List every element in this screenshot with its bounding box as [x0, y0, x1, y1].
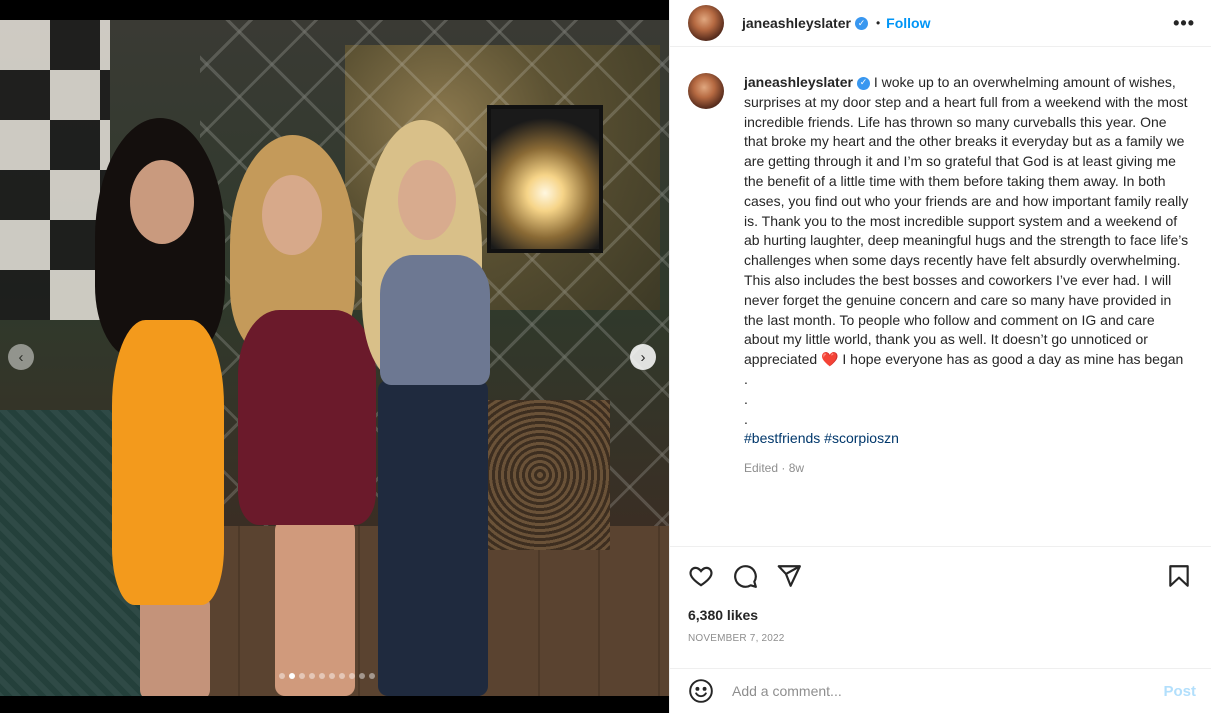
- edited-label: Edited: [744, 461, 779, 476]
- heart-emoji: ❤️: [821, 351, 839, 368]
- caption-dot: .: [744, 410, 748, 427]
- post-comment-button[interactable]: Post: [1163, 683, 1196, 700]
- heart-icon[interactable]: [688, 563, 716, 591]
- avatar[interactable]: [688, 5, 724, 41]
- caption: janeashleyslater ✓ I woke up to an overwh…: [744, 73, 1193, 547]
- post-header: janeashleyslater ✓ • Follow •••: [670, 0, 1211, 47]
- carousel-prev-button[interactable]: ‹: [8, 344, 34, 370]
- carousel-dot: [349, 673, 355, 679]
- comment-icon[interactable]: [732, 563, 760, 591]
- comment-bar: Post: [670, 668, 1211, 713]
- hashtag-link[interactable]: #scorpioszn: [824, 430, 899, 446]
- likes-count[interactable]: 6,380 likes: [688, 607, 1194, 623]
- post-sidebar: janeashleyslater ✓ • Follow ••• janeashl…: [669, 0, 1211, 713]
- carousel-dot: [299, 673, 305, 679]
- follow-button[interactable]: Follow: [886, 15, 930, 31]
- header-separator: •: [875, 16, 881, 30]
- header-username[interactable]: janeashleyslater: [742, 15, 851, 31]
- carousel-dot: [319, 673, 325, 679]
- instagram-post-modal: ‹ › janeashleyslater ✓ • Follow ••• jane…: [0, 0, 1211, 713]
- bookmark-icon[interactable]: [1166, 563, 1194, 591]
- carousel-dot: [369, 673, 375, 679]
- hashtag-link[interactable]: #bestfriends: [744, 430, 820, 446]
- verified-icon: ✓: [854, 16, 868, 30]
- carousel-dot: [339, 673, 345, 679]
- carousel-dot: [359, 673, 365, 679]
- emoji-icon[interactable]: [688, 678, 714, 704]
- carousel-dot: [289, 673, 295, 679]
- carousel-next-button[interactable]: ›: [630, 344, 656, 370]
- carousel-indicator: [279, 673, 375, 679]
- caption-dot: .: [744, 390, 748, 407]
- caption-avatar[interactable]: [688, 73, 724, 109]
- more-options-icon[interactable]: •••: [1173, 13, 1195, 34]
- rug: [470, 400, 610, 550]
- caption-text: I woke up to an overwhelming amount of w…: [744, 74, 1189, 368]
- caption-username[interactable]: janeashleyslater: [744, 74, 853, 90]
- post-actions: 6,380 likes NOVEMBER 7, 2022: [670, 546, 1211, 644]
- edited-meta: Edited · 8w: [744, 461, 805, 476]
- comment-input[interactable]: [732, 683, 1164, 699]
- chevron-right-icon: ›: [640, 348, 646, 366]
- share-icon[interactable]: [776, 563, 804, 591]
- action-icons: [688, 563, 1194, 591]
- carousel-dot: [279, 673, 285, 679]
- caption-area: janeashleyslater ✓ I woke up to an overwh…: [670, 47, 1211, 547]
- post-photo: [0, 20, 669, 696]
- post-media: ‹ ›: [0, 0, 669, 713]
- carousel-dot: [329, 673, 335, 679]
- edited-time[interactable]: 8w: [789, 461, 804, 475]
- post-date: NOVEMBER 7, 2022: [688, 633, 785, 644]
- chevron-left-icon: ‹: [18, 348, 24, 366]
- carousel-dot: [309, 673, 315, 679]
- caption-text-end: I hope everyone has as good a day as min…: [838, 351, 1184, 368]
- wall-painting: [487, 105, 603, 253]
- verified-icon: ✓: [856, 76, 870, 90]
- caption-dot: .: [744, 370, 748, 387]
- checkered-wall: [0, 20, 110, 320]
